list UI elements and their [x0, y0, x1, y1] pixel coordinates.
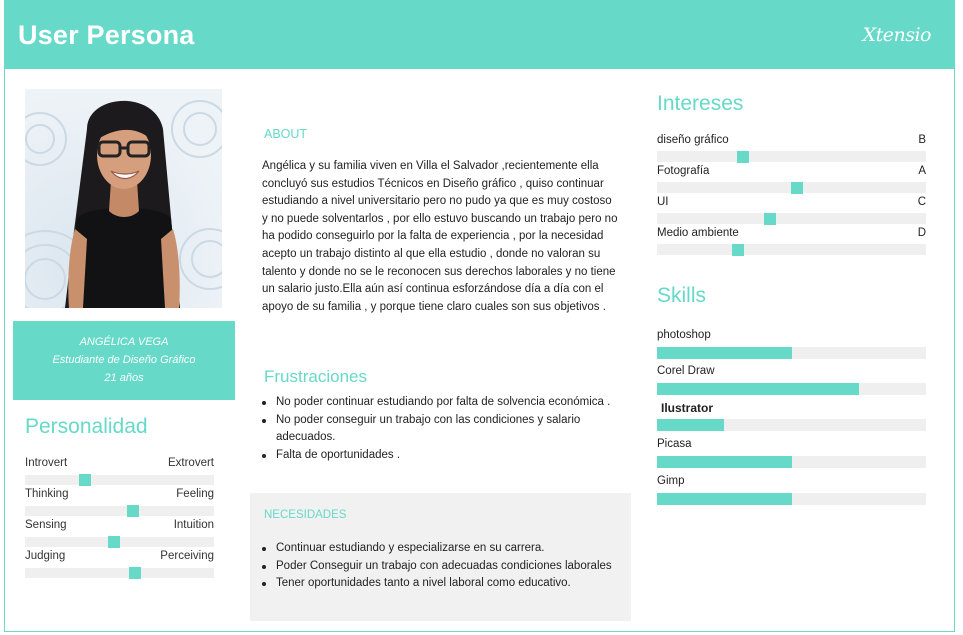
about-title: ABOUT [264, 127, 308, 141]
trait-slider-track [25, 474, 214, 486]
frustrations-list: No poder continuar estudiando por falta … [262, 394, 616, 465]
trait-judging-perceiving: Judging Perceiving [25, 550, 214, 579]
profile-card: ANGÉLICA VEGA Estudiante de Diseño Gráfi… [13, 321, 235, 400]
skill-picasa: Picasa [657, 438, 926, 468]
skill-ilustrator: Ilustrator [657, 401, 926, 431]
skill-bar-fill [657, 383, 859, 395]
skill-corel-draw: Corel Draw [657, 365, 926, 395]
interest-tag: D [917, 227, 926, 239]
skill-bar-track [657, 456, 926, 468]
trait-right-label: Perceiving [160, 550, 214, 562]
list-item: Continuar estudiando y especializarse en… [262, 540, 616, 558]
profile-age: 21 años [104, 372, 144, 384]
interest-row: diseño gráfico B [657, 134, 926, 163]
header-bar: User Persona Xtensio [4, 0, 955, 69]
interest-row: Medio ambiente D [657, 227, 926, 256]
interest-row: Fotografía A [657, 165, 926, 194]
interest-label: diseño gráfico [657, 134, 729, 146]
trait-right-label: Intuition [173, 519, 214, 531]
skill-bar-fill [657, 419, 725, 431]
trait-left-label: Thinking [25, 488, 69, 500]
interest-slider-knob[interactable] [731, 244, 744, 256]
list-item: Tener oportunidades tanto a nivel labora… [262, 575, 616, 593]
xtensio-logo[interactable]: Xtensio [863, 24, 932, 46]
trait-sensing-intuition: Sensing Intuition [25, 519, 214, 548]
interest-slider-knob[interactable] [790, 182, 803, 194]
interest-label: UI [657, 196, 669, 208]
trait-slider-knob[interactable] [79, 474, 92, 486]
skill-name: Ilustrator [661, 401, 714, 415]
skill-bar-fill [657, 456, 792, 468]
skill-name: photoshop [657, 329, 711, 341]
skill-name: Corel Draw [657, 365, 715, 377]
trait-left-label: Sensing [25, 519, 67, 531]
skills-title: Skills [657, 284, 707, 307]
trait-slider-knob[interactable] [126, 505, 139, 517]
trait-slider-knob[interactable] [107, 536, 120, 548]
list-item: Falta de oportunidades . [262, 447, 616, 465]
skill-bar-track [657, 493, 926, 505]
skill-bar-track [657, 419, 926, 431]
trait-slider-knob[interactable] [128, 567, 141, 579]
skill-photoshop: photoshop [657, 329, 926, 359]
interests-title: Intereses [657, 92, 744, 115]
frustrations-title: Frustraciones [264, 367, 367, 386]
personality-title: Personalidad [25, 415, 148, 438]
skill-gimp: Gimp [657, 475, 926, 505]
trait-right-label: Extrovert [167, 457, 214, 469]
skill-bar-fill [657, 347, 792, 359]
about-text: Angélica y su familia viven en Villa el … [262, 160, 618, 313]
needs-list: Continuar estudiando y especializarse en… [262, 540, 616, 593]
profile-role: Estudiante de Diseño Gráfico [52, 354, 196, 366]
interest-slider-track [657, 213, 926, 225]
interest-slider-track [657, 151, 926, 163]
skill-bar-track [657, 347, 926, 359]
interest-label: Medio ambiente [657, 227, 739, 239]
skill-name: Picasa [657, 438, 692, 450]
skill-bar-fill [657, 493, 792, 505]
profile-photo [25, 89, 222, 308]
needs-title: NECESIDADES [264, 509, 347, 521]
trait-left-label: Judging [25, 550, 66, 562]
interest-tag: B [918, 134, 926, 146]
list-item: Poder Conseguir un trabajo con adecuadas… [262, 558, 616, 576]
interest-label: Fotografía [657, 165, 710, 177]
list-item: No poder continuar estudiando por falta … [262, 394, 616, 412]
interest-slider-knob[interactable] [737, 151, 750, 163]
interest-tag: A [918, 165, 926, 177]
trait-introvert-extrovert: Introvert Extrovert [25, 457, 214, 486]
interest-row: UI C [657, 196, 926, 225]
skill-name: Gimp [657, 475, 685, 487]
interest-slider-track [657, 244, 926, 256]
trait-left-label: Introvert [25, 457, 68, 469]
trait-slider-track [25, 567, 214, 579]
trait-slider-track [25, 536, 214, 548]
skill-bar-track [657, 383, 926, 395]
trait-thinking-feeling: Thinking Feeling [25, 488, 214, 517]
interest-tag: C [917, 196, 926, 208]
page-title: User Persona [18, 20, 195, 50]
profile-name: ANGÉLICA VEGA [79, 336, 169, 348]
list-item: No poder conseguir un trabajo con las co… [262, 412, 616, 447]
trait-slider-track [25, 505, 214, 517]
interest-slider-knob[interactable] [763, 213, 776, 225]
trait-right-label: Feeling [176, 488, 214, 500]
interest-slider-track [657, 182, 926, 194]
